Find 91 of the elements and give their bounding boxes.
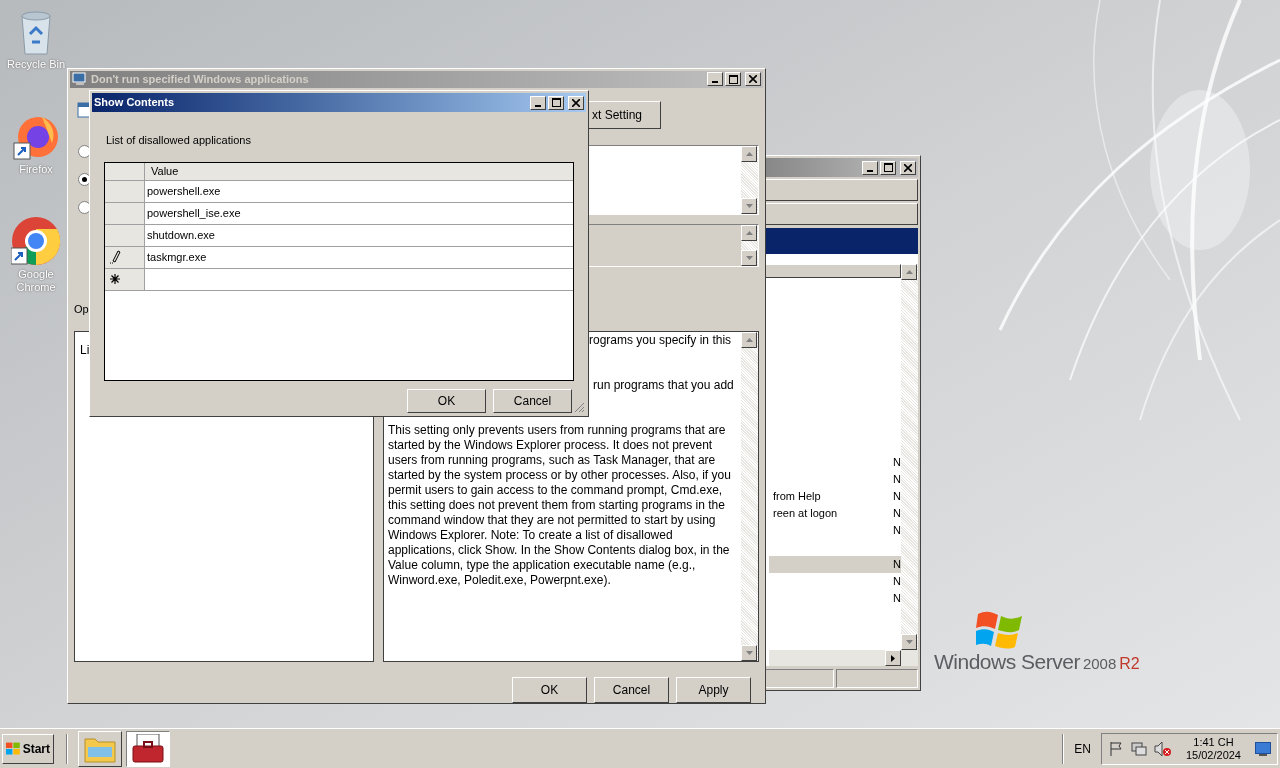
show-desktop-icon[interactable]: [1255, 741, 1271, 756]
dialog-button[interactable]: OK: [407, 388, 486, 413]
window-title: Show Contents: [94, 95, 176, 111]
scroll-down-button[interactable]: [741, 197, 757, 214]
close-button[interactable]: [745, 72, 761, 87]
toolbox-icon: [131, 733, 165, 764]
scroll-down-button[interactable]: [741, 644, 757, 661]
setting-state: N: [893, 557, 901, 573]
list-row[interactable]: N: [769, 556, 901, 573]
down-arrow-icon: [905, 640, 913, 644]
browser-shortcut-icon: [11, 216, 61, 266]
scroll-up-button[interactable]: [741, 331, 757, 348]
value-cell[interactable]: shutdown.exe: [145, 224, 573, 246]
value-cell[interactable]: powershell_ise.exe: [145, 202, 573, 224]
maximize-icon: [883, 163, 893, 172]
asterisk-icon: [110, 274, 120, 284]
windows-flag-icon: [6, 741, 21, 756]
product-edition: R2: [1119, 654, 1140, 674]
setting-state: N: [893, 574, 901, 590]
maximize-icon: [728, 74, 738, 84]
options-label: Op: [74, 301, 89, 316]
down-arrow-icon: [745, 650, 753, 655]
window-title: Don't run specified Windows applications: [91, 72, 310, 87]
scrollbar[interactable]: [741, 331, 758, 661]
clock-date[interactable]: 15/02/2024: [1185, 748, 1241, 762]
close-icon: [749, 75, 757, 84]
dialog-button[interactable]: Cancel: [493, 388, 572, 413]
taskbar-app-button[interactable]: [126, 730, 170, 767]
up-arrow-icon: [745, 230, 753, 235]
scrollbar[interactable]: [741, 145, 758, 214]
close-icon: [904, 163, 912, 172]
setting-state: N: [893, 489, 901, 505]
dialog-button[interactable]: Cancel: [594, 676, 669, 703]
dialog-button[interactable]: OK: [512, 676, 587, 703]
value-cell[interactable]: powershell.exe: [145, 180, 573, 202]
setting-state: N: [893, 472, 901, 488]
right-arrow-icon: [891, 654, 895, 662]
close-button[interactable]: [900, 160, 916, 175]
list-label: List of disallowed applications: [106, 133, 252, 148]
minimize-button[interactable]: [707, 72, 723, 87]
resize-grip-icon: [574, 402, 585, 413]
horizontal-scrollbar[interactable]: [769, 650, 918, 666]
flag-icon[interactable]: [1107, 740, 1124, 757]
minimize-icon: [535, 104, 541, 107]
column-header: Value: [150, 163, 180, 179]
scroll-up-button[interactable]: [901, 264, 917, 280]
setting-state: N: [893, 455, 901, 471]
down-arrow-icon: [745, 255, 753, 260]
muted-speaker-icon[interactable]: [1153, 740, 1172, 757]
maximize-icon: [551, 98, 561, 107]
setting-name: from Help: [773, 490, 821, 503]
down-arrow-icon: [745, 203, 753, 208]
setting-state: N: [893, 523, 901, 539]
language-indicator[interactable]: EN: [1068, 739, 1097, 758]
scroll-up-button[interactable]: [741, 224, 757, 241]
setting-state: N: [893, 506, 901, 522]
minimize-icon: [712, 81, 718, 84]
options-text: Li: [80, 342, 90, 357]
start-button[interactable]: Start: [2, 733, 54, 764]
up-arrow-icon: [745, 337, 753, 342]
value-cell[interactable]: taskmgr.exe: [145, 246, 573, 268]
product-version: 2008: [1082, 654, 1117, 674]
help-text: rograms you specify in this: [588, 332, 733, 348]
scroll-up-button[interactable]: [741, 145, 757, 162]
maximize-button[interactable]: [725, 72, 741, 87]
close-icon: [572, 98, 580, 107]
minimize-button[interactable]: [862, 160, 878, 175]
minimize-icon: [867, 169, 873, 172]
close-button[interactable]: [568, 95, 584, 110]
scrollbar[interactable]: [901, 264, 918, 650]
up-arrow-icon: [745, 151, 753, 156]
setting-name: reen at logon: [773, 507, 838, 520]
dialog-button[interactable]: Apply: [676, 676, 751, 703]
scroll-down-button[interactable]: [741, 249, 757, 266]
help-text: run programs that you add: [592, 377, 735, 393]
maximize-button[interactable]: [880, 160, 896, 175]
up-arrow-icon: [905, 270, 913, 274]
clock-time[interactable]: 1:41 CH: [1193, 735, 1234, 749]
minimize-button[interactable]: [530, 95, 546, 110]
product-name: Windows Server: [934, 649, 1080, 675]
scroll-right-button[interactable]: [885, 650, 901, 666]
pencil-icon: [110, 250, 122, 264]
network-icon[interactable]: [1129, 740, 1148, 757]
maximize-button[interactable]: [548, 95, 564, 110]
scrollbar[interactable]: [741, 224, 758, 266]
row-header[interactable]: [105, 268, 145, 290]
setting-state: N: [893, 591, 901, 607]
help-paragraph: This setting only prevents users from running programs that are started by the Windows Explorer process. It does not prevent users from running programs, such as Task Manager, that are started by the system process or by other processes. Also, if you permit users to gain access to the command prompt, Cmd.exe, this setting does not prevent them from starting programs in the command window that they are not permitted to start by using Windows Explorer. Note: To create a list of disallowed applications, click Show. In the Show Contents dialog box, in the Value column, type the application executable name (e.g., Winword.exe, Poledit.exe, Powerpnt.exe).: [388, 422, 732, 588]
scroll-down-button[interactable]: [901, 634, 917, 650]
recycle-bin-icon: [18, 10, 54, 56]
row-header[interactable]: [105, 246, 145, 268]
